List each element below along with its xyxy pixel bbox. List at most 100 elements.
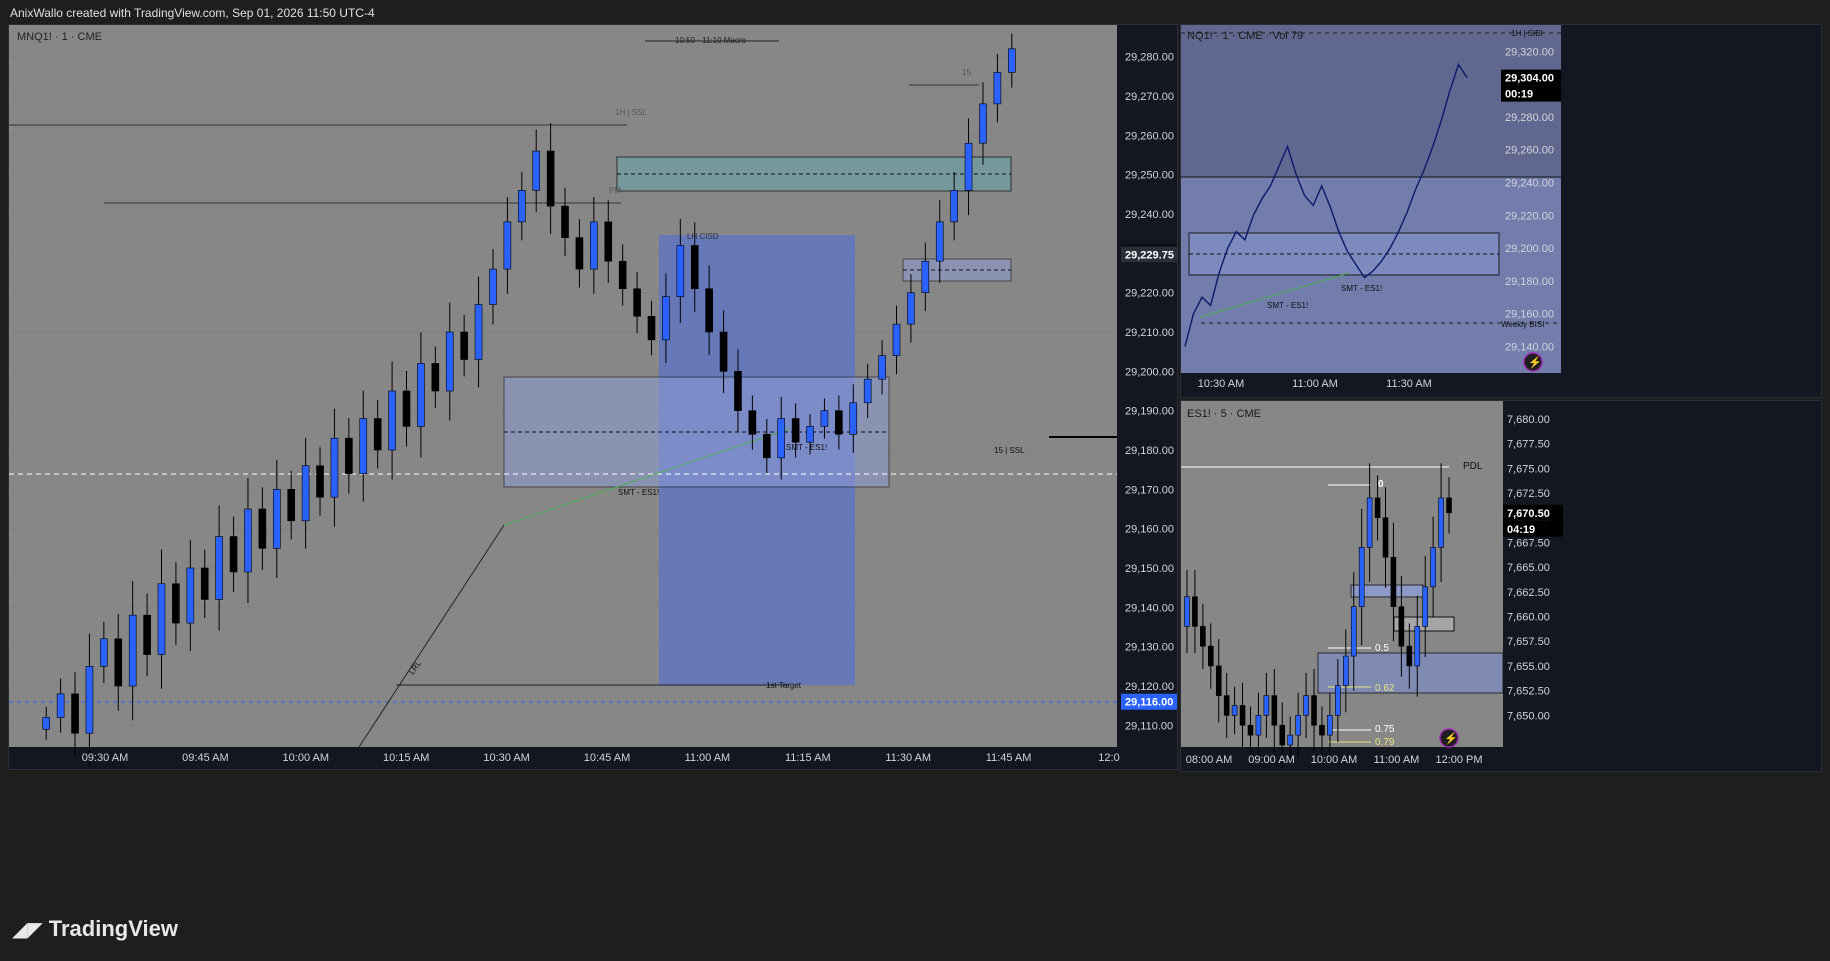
alert-icon[interactable]: ⚡ <box>1523 352 1543 372</box>
x-tick-label: 10:30 AM <box>1198 378 1244 390</box>
tradingview-footer[interactable]: ◢◤ TradingView <box>12 916 178 942</box>
nq-chart-panel[interactable]: NQ1! · 1 · CME · Vol 79 1H | SIBI SMT - … <box>1180 24 1822 398</box>
candle-body <box>330 437 339 498</box>
main-time-axis[interactable] <box>9 747 1117 769</box>
x-tick-label: 11:15 AM <box>785 752 831 764</box>
y-tick-label: 29,210.00 <box>1125 327 1174 339</box>
candle-body <box>71 693 79 734</box>
candle-body <box>1007 48 1016 73</box>
candle-body <box>662 296 670 341</box>
x-tick-label: 11:30 AM <box>885 752 931 764</box>
candle-body <box>345 437 353 474</box>
y-tick-label: 29,180.00 <box>1125 445 1174 457</box>
candle-body <box>1287 734 1294 746</box>
fib-label-0: 0 <box>1378 479 1384 490</box>
svg-text:⚡: ⚡ <box>1528 356 1542 369</box>
smt-label-1: SMT - ES1! <box>786 443 827 452</box>
candle-body <box>229 536 238 573</box>
nq-chart[interactable]: NQ1! · 1 · CME · Vol 79 1H | SIBI SMT - … <box>1181 25 1821 397</box>
candle-body <box>633 288 641 317</box>
candle-body <box>561 205 569 238</box>
candle-body <box>402 390 411 427</box>
candle-body <box>1192 596 1198 627</box>
candle-body <box>921 260 930 293</box>
candle-body <box>200 567 209 600</box>
candle-body <box>143 614 151 655</box>
nq-smt-label-1: SMT - ES1! <box>1341 284 1382 293</box>
y-tick-label: 29,250.00 <box>1125 170 1174 182</box>
y-tick-label: 7,677.50 <box>1507 439 1550 451</box>
y-tick-label: 29,260.00 <box>1505 145 1554 157</box>
y-tick-label: 7,650.00 <box>1507 710 1550 722</box>
y-tick-label: 7,680.00 <box>1507 414 1550 426</box>
y-tick-label: 29,140.00 <box>1125 602 1174 614</box>
candle-body <box>1279 724 1286 746</box>
candle-body <box>791 418 800 443</box>
candle-body <box>1382 517 1389 558</box>
candle-body <box>517 190 526 223</box>
x-tick-label: 10:00 AM <box>1311 754 1357 766</box>
candle-body <box>820 410 829 427</box>
candle-body <box>762 433 771 459</box>
candle-body <box>993 72 1002 105</box>
candle-body <box>849 402 858 435</box>
candle-body <box>1207 645 1214 667</box>
y-tick-label: 7,667.50 <box>1507 537 1550 549</box>
y-tick-label: 7,672.50 <box>1507 488 1550 500</box>
candle-body <box>1430 547 1436 588</box>
ssl-15-label: 15 | SSL <box>994 446 1025 455</box>
es-symbol-label: ES1! · 5 · CME <box>1187 408 1261 420</box>
candle-body <box>935 221 944 262</box>
candle-body <box>1406 645 1413 667</box>
candle-body <box>1215 665 1222 696</box>
es-alert-icon[interactable]: ⚡ <box>1439 728 1459 748</box>
candle-body <box>1438 497 1444 548</box>
candle-body <box>1184 596 1190 627</box>
candle-body <box>1247 724 1254 736</box>
candle-body <box>1374 497 1381 519</box>
tradingview-logo-icon: ◢◤ <box>12 917 43 941</box>
candle-body <box>215 536 223 600</box>
es-chart[interactable]: ES1! · 5 · CME PDL 0 0.5 0.62 0.75 0.79 … <box>1181 401 1821 771</box>
candle-body <box>806 426 814 443</box>
candle-body <box>489 268 497 305</box>
y-tick-label: 29,320.00 <box>1505 46 1554 58</box>
candle-body <box>1231 705 1238 716</box>
es-chart-panel[interactable]: ES1! · 5 · CME PDL 0 0.5 0.62 0.75 0.79 … <box>1180 400 1822 772</box>
macro-label: 10:50 - 11:10 Macro <box>675 36 747 45</box>
y-tick-label: 29,200.00 <box>1505 243 1554 255</box>
fib-label-062: 0.62 <box>1375 683 1395 694</box>
candle-body <box>431 363 440 392</box>
candle-body <box>907 292 915 325</box>
candle-body <box>56 693 65 718</box>
y-tick-label: 29,260.00 <box>1125 130 1174 142</box>
candle-body <box>85 666 94 734</box>
candle-body <box>892 323 901 356</box>
ssl-1h-label: 1H | SSL <box>615 108 647 117</box>
main-chart[interactable]: MNQ1! · 1 · CME 10:50 - 11:10 Macro 1H |… <box>9 25 1177 769</box>
candle-body <box>690 245 699 290</box>
candle-body <box>1414 626 1421 667</box>
candle-body <box>244 508 252 573</box>
svg-text:⚡: ⚡ <box>1444 732 1458 745</box>
candle-body <box>1263 695 1270 716</box>
candle-body <box>676 245 685 297</box>
candle-body <box>964 142 973 191</box>
candle-body <box>1358 547 1365 607</box>
y-tick-label: 29,170.00 <box>1125 484 1174 496</box>
candle-body <box>172 583 180 624</box>
candle-body <box>417 363 425 427</box>
candle-body <box>1303 695 1309 716</box>
y-tick-label: 7,662.50 <box>1507 587 1550 599</box>
candle-body <box>863 378 872 404</box>
candle-body <box>878 355 886 380</box>
candle-body <box>114 638 123 687</box>
smt-label-2: SMT - ES1! <box>618 488 659 497</box>
x-tick-label: 10:30 AM <box>483 752 529 764</box>
main-symbol-label: MNQ1! · 1 · CME <box>17 31 102 43</box>
main-chart-panel[interactable]: MNQ1! · 1 · CME 10:50 - 11:10 Macro 1H |… <box>8 24 1178 770</box>
y-tick-label: 7,675.00 <box>1507 463 1550 475</box>
price-label: 7,670.50 <box>1507 508 1550 520</box>
candle-body <box>777 418 786 459</box>
candle-body <box>1311 695 1317 726</box>
